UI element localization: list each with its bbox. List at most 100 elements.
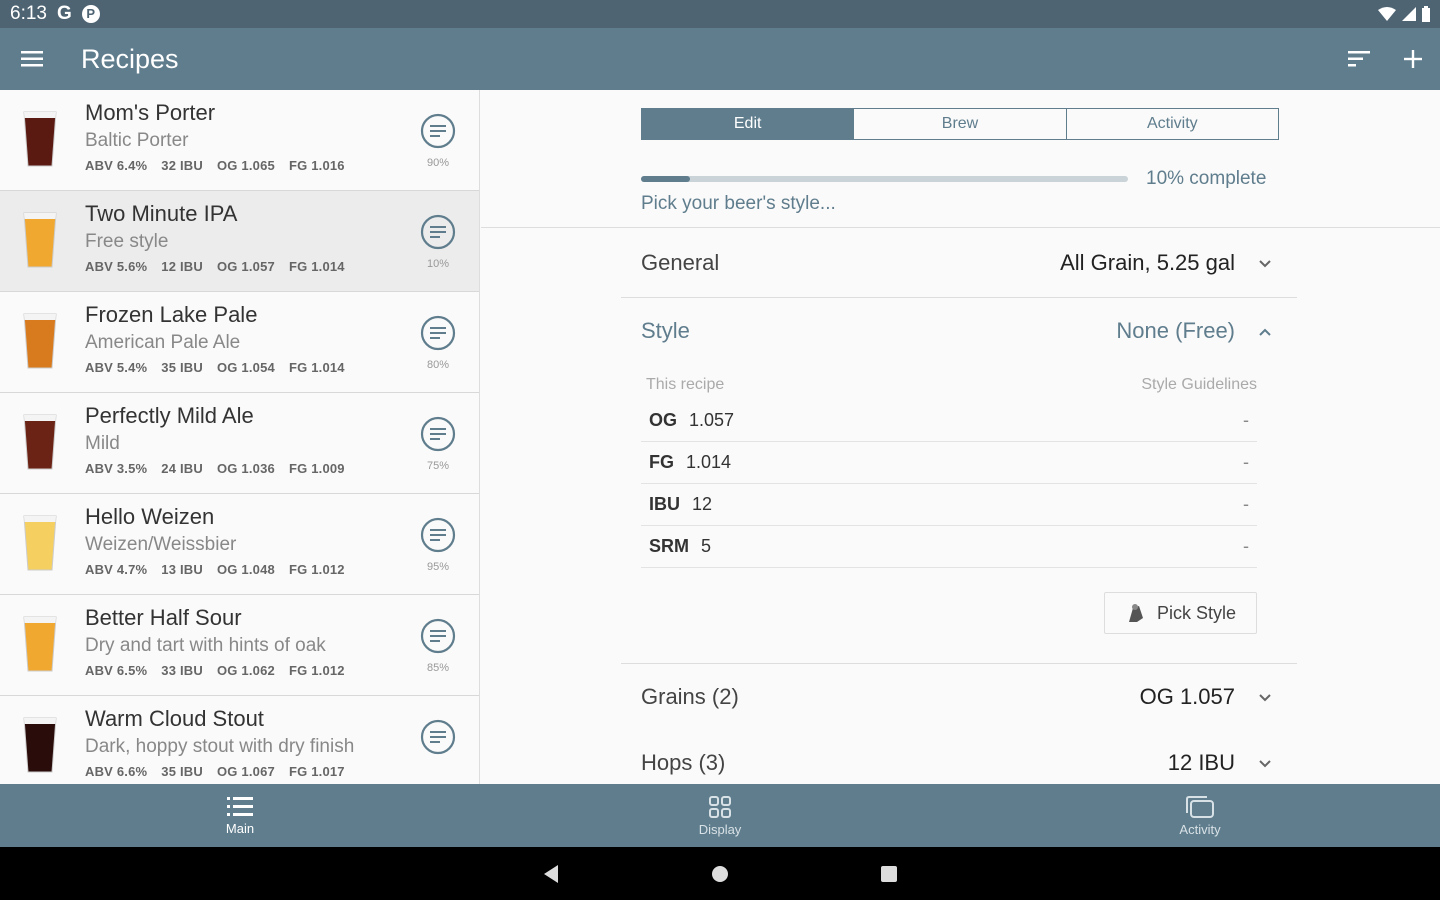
recipe-progress[interactable]: 90%: [412, 112, 464, 169]
section-general[interactable]: General All Grain, 5.25 gal: [621, 228, 1297, 298]
signal-icon: [1402, 7, 1416, 21]
recipe-name: Perfectly Mild Ale: [85, 403, 254, 428]
recipe-list-item[interactable]: Better Half Sour Dry and tart with hints…: [0, 595, 479, 696]
recipe-progress[interactable]: 10%: [412, 213, 464, 270]
recipe-progress[interactable]: 80%: [412, 314, 464, 371]
recipe-og: OG 1.057: [216, 259, 275, 274]
beer-glass-icon: [23, 414, 57, 470]
recipe-name: Frozen Lake Pale: [85, 302, 258, 327]
recipe-stats: ABV 4.7% 13 IBU OG 1.048 FG 1.012: [85, 562, 345, 577]
section-grains-value: OG 1.057: [1139, 684, 1235, 709]
recipe-progress-label: 75%: [426, 460, 450, 472]
status-time: 6:13: [10, 3, 47, 24]
completion-progress-fill: [641, 176, 690, 182]
plus-icon: [1404, 50, 1422, 68]
recipe-ibu: 24 IBU: [161, 461, 203, 476]
recipe-list-item[interactable]: Two Minute IPA Free style ABV 5.6% 12 IB…: [0, 191, 479, 292]
beer-glass-icon: [23, 313, 57, 369]
recipe-ibu: 32 IBU: [161, 158, 203, 173]
recipe-list-item[interactable]: Perfectly Mild Ale Mild ABV 3.5% 24 IBU …: [0, 393, 479, 494]
app-bar: Recipes: [0, 28, 1440, 90]
nav-main[interactable]: Main: [0, 784, 480, 847]
checklist-icon: [420, 618, 456, 654]
tab-brew[interactable]: Brew: [854, 109, 1067, 139]
nav-activity[interactable]: Activity: [960, 784, 1440, 847]
completion-progress-bar: [641, 176, 1128, 182]
next-step-hint[interactable]: Pick your beer's style...: [641, 193, 836, 215]
recipe-ibu: 35 IBU: [161, 764, 203, 779]
sort-button[interactable]: [1332, 28, 1386, 90]
recipe-og: OG 1.036: [216, 461, 275, 476]
pick-style-button[interactable]: Pick Style: [1104, 592, 1257, 634]
recipe-progress-label: 80%: [426, 359, 450, 371]
stat-value: 1.014: [686, 452, 732, 472]
google-icon: G: [56, 3, 72, 24]
beer-glass-icon: [23, 111, 57, 167]
section-grains[interactable]: Grains (2) OG 1.057: [621, 664, 1297, 730]
beer-glass-icon: [23, 212, 57, 268]
recipe-stats: ABV 3.5% 24 IBU OG 1.036 FG 1.009: [85, 461, 345, 476]
home-icon[interactable]: [710, 864, 730, 884]
checklist-icon: [420, 517, 456, 553]
recipe-list-item[interactable]: Mom's Porter Baltic Porter ABV 6.4% 32 I…: [0, 90, 479, 191]
section-style-value[interactable]: None (Free): [1116, 318, 1235, 344]
section-hops[interactable]: Hops (3) 12 IBU: [621, 730, 1297, 784]
beer-glass-icon: [23, 515, 57, 571]
recipe-ibu: 12 IBU: [161, 259, 203, 274]
recipe-name: Mom's Porter: [85, 100, 216, 125]
recipe-stats: ABV 6.4% 32 IBU OG 1.065 FG 1.016: [85, 158, 345, 173]
view-segmented-control: Edit Brew Activity: [641, 108, 1279, 140]
tab-activity[interactable]: Activity: [1067, 109, 1278, 139]
section-general-label: General: [641, 250, 720, 275]
chevron-down-icon: [1259, 694, 1271, 702]
style-comparison-table: This recipe Style Guidelines OG 1.057 - …: [641, 370, 1257, 568]
checklist-icon: [420, 719, 456, 755]
recipe-name: Warm Cloud Stout: [85, 706, 264, 731]
add-recipe-button[interactable]: [1386, 28, 1440, 90]
stat-guideline: -: [1243, 536, 1249, 556]
stat-guideline: -: [1243, 452, 1249, 472]
recipe-style: Dry and tart with hints of oak: [85, 635, 326, 656]
recipe-style: Free style: [85, 231, 169, 252]
tab-edit[interactable]: Edit: [642, 109, 855, 139]
recents-icon[interactable]: [880, 865, 898, 883]
recipe-progress[interactable]: [412, 718, 464, 763]
status-bar: 6:13 G P: [0, 0, 1440, 28]
recipe-list-item[interactable]: Warm Cloud Stout Dark, hoppy stout with …: [0, 696, 479, 784]
recipe-list-item[interactable]: Hello Weizen Weizen/Weissbier ABV 4.7% 1…: [0, 494, 479, 595]
recipe-style: Weizen/Weissbier: [85, 534, 237, 555]
recipe-abv: ABV 5.4%: [85, 360, 148, 375]
recipe-fg: FG 1.012: [288, 562, 345, 577]
recipe-progress[interactable]: 95%: [412, 516, 464, 573]
beer-glass-icon: [23, 717, 57, 773]
checklist-icon: [420, 113, 456, 149]
checklist-icon: [420, 315, 456, 351]
chevron-down-icon: [1259, 260, 1271, 268]
battery-icon: [1422, 6, 1430, 22]
nav-display[interactable]: Display: [480, 784, 960, 847]
recipe-progress-label: 10%: [426, 258, 450, 270]
recipe-name: Hello Weizen: [85, 504, 215, 529]
stat-value: 1.057: [689, 410, 735, 430]
recipe-list-item[interactable]: Frozen Lake Pale American Pale Ale ABV 5…: [0, 292, 479, 393]
section-style-label[interactable]: Style: [641, 318, 690, 344]
recipe-progress[interactable]: 85%: [412, 617, 464, 674]
recipe-og: OG 1.062: [216, 663, 275, 678]
menu-button[interactable]: [0, 28, 64, 90]
nav-display-label: Display: [698, 821, 742, 837]
section-hops-value: 12 IBU: [1167, 750, 1235, 775]
chevron-down-icon: [1259, 760, 1271, 768]
recipe-fg: FG 1.009: [288, 461, 345, 476]
stat-guideline: -: [1243, 410, 1249, 430]
section-general-value: All Grain, 5.25 gal: [1060, 250, 1235, 275]
pick-style-label: Pick Style: [1156, 602, 1237, 623]
chevron-up-icon[interactable]: [1255, 322, 1275, 342]
recipe-progress[interactable]: 75%: [412, 415, 464, 472]
back-icon[interactable]: [542, 864, 560, 884]
stat-value: 12: [692, 494, 713, 514]
checklist-icon: [420, 416, 456, 452]
recipe-stats: ABV 5.6% 12 IBU OG 1.057 FG 1.014: [85, 259, 345, 274]
recipe-og: OG 1.065: [216, 158, 275, 173]
activity-icon: [1186, 795, 1214, 818]
bottom-navigation: Main Display Activity: [0, 784, 1440, 847]
